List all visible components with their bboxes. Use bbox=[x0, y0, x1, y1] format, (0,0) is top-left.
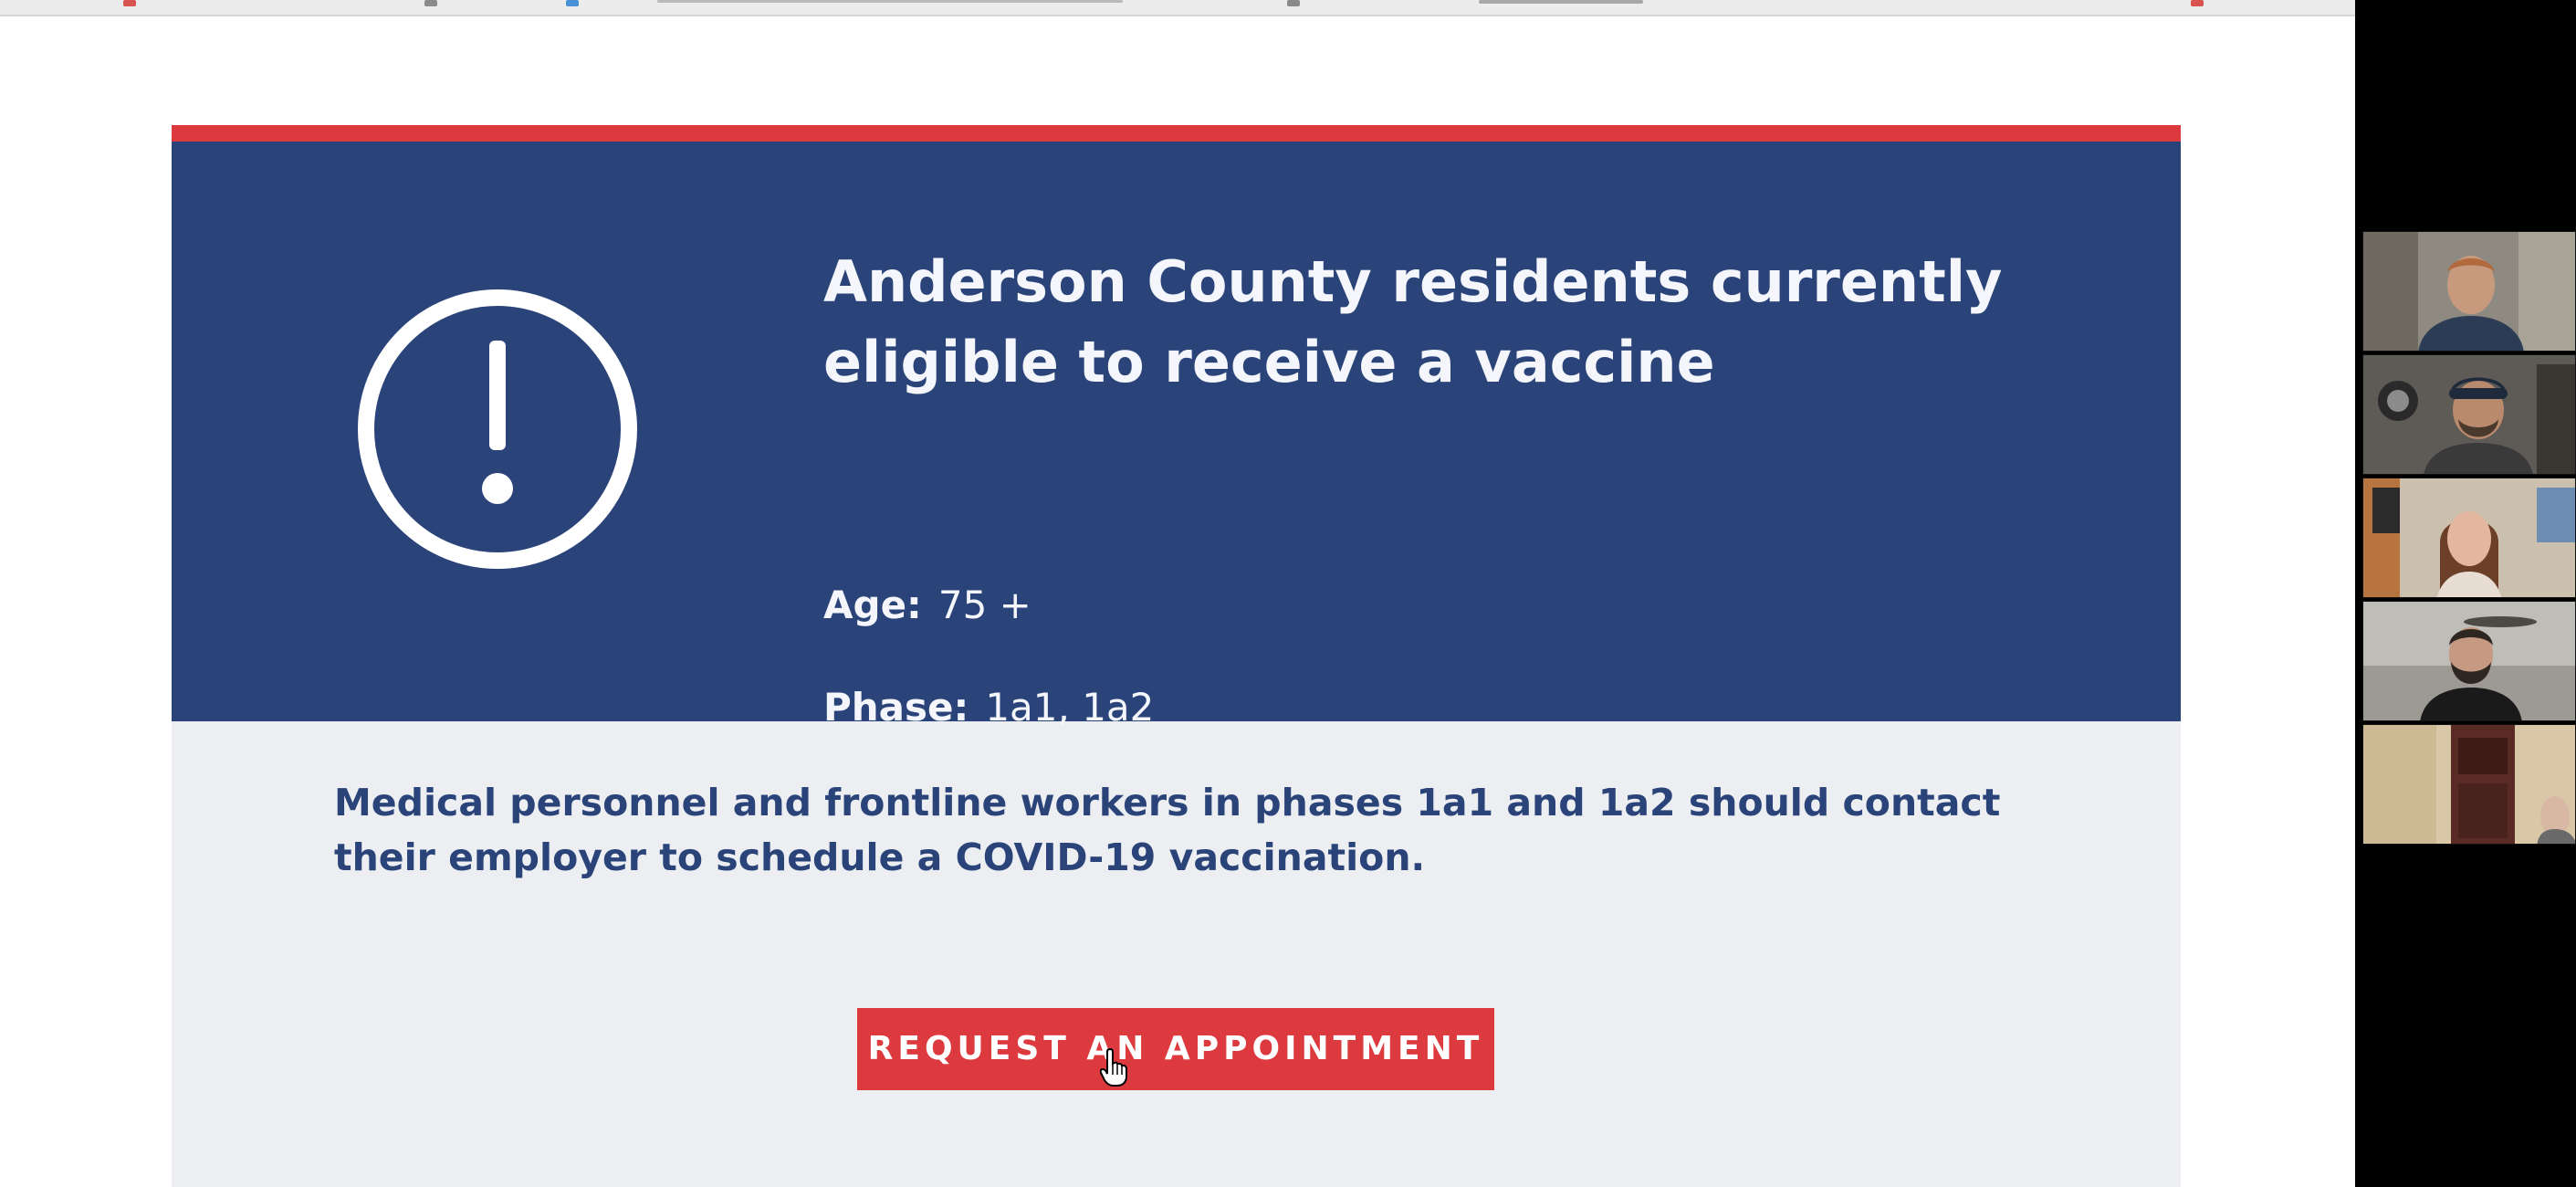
address-bar[interactable] bbox=[657, 0, 1123, 3]
bookmark-icon[interactable] bbox=[566, 0, 579, 6]
participant-video-tile[interactable] bbox=[2362, 354, 2576, 475]
participant-video bbox=[2363, 232, 2575, 351]
phase-label: Phase: bbox=[823, 685, 969, 730]
bookmark-icon[interactable] bbox=[424, 0, 437, 6]
phase-value: 1a1, 1a2 bbox=[985, 685, 1155, 730]
phase-row: Phase: 1a1, 1a2 bbox=[823, 682, 1154, 733]
exclamation-circle-icon bbox=[358, 289, 637, 569]
eligibility-banner: Anderson County residents currently elig… bbox=[172, 142, 2181, 730]
card-accent-bar bbox=[172, 125, 2181, 142]
age-row: Age: 75 + bbox=[823, 580, 1031, 631]
participant-video-tile[interactable] bbox=[2362, 478, 2576, 598]
participant-video-tile[interactable] bbox=[2362, 724, 2576, 845]
age-value: 75 + bbox=[937, 583, 1031, 627]
participant-video bbox=[2363, 602, 2575, 720]
bookmark-icon[interactable] bbox=[2191, 0, 2204, 6]
hand-cursor-icon bbox=[1100, 1047, 1127, 1087]
browser-toolbar bbox=[0, 0, 2355, 16]
bookmark-icon[interactable] bbox=[123, 0, 136, 6]
employer-contact-message: Medical personnel and frontline workers … bbox=[334, 781, 2001, 879]
eligibility-card: Anderson County residents currently elig… bbox=[172, 125, 2181, 1187]
eligibility-title: Anderson County residents currently elig… bbox=[823, 248, 2003, 395]
bookmark-icon[interactable] bbox=[1287, 0, 1300, 6]
request-appointment-button[interactable]: REQUEST AN APPOINTMENT bbox=[857, 1008, 1494, 1090]
participant-video bbox=[2363, 478, 2575, 597]
age-label: Age: bbox=[823, 583, 922, 627]
video-gallery bbox=[2355, 0, 2576, 1187]
shared-screen: Anderson County residents currently elig… bbox=[0, 0, 2355, 1187]
participant-video-tile[interactable] bbox=[2362, 231, 2576, 352]
bookmark-item[interactable] bbox=[1479, 0, 1643, 4]
participant-video-tile[interactable] bbox=[2362, 601, 2576, 721]
participant-video bbox=[2363, 725, 2575, 844]
participant-video bbox=[2363, 355, 2575, 474]
